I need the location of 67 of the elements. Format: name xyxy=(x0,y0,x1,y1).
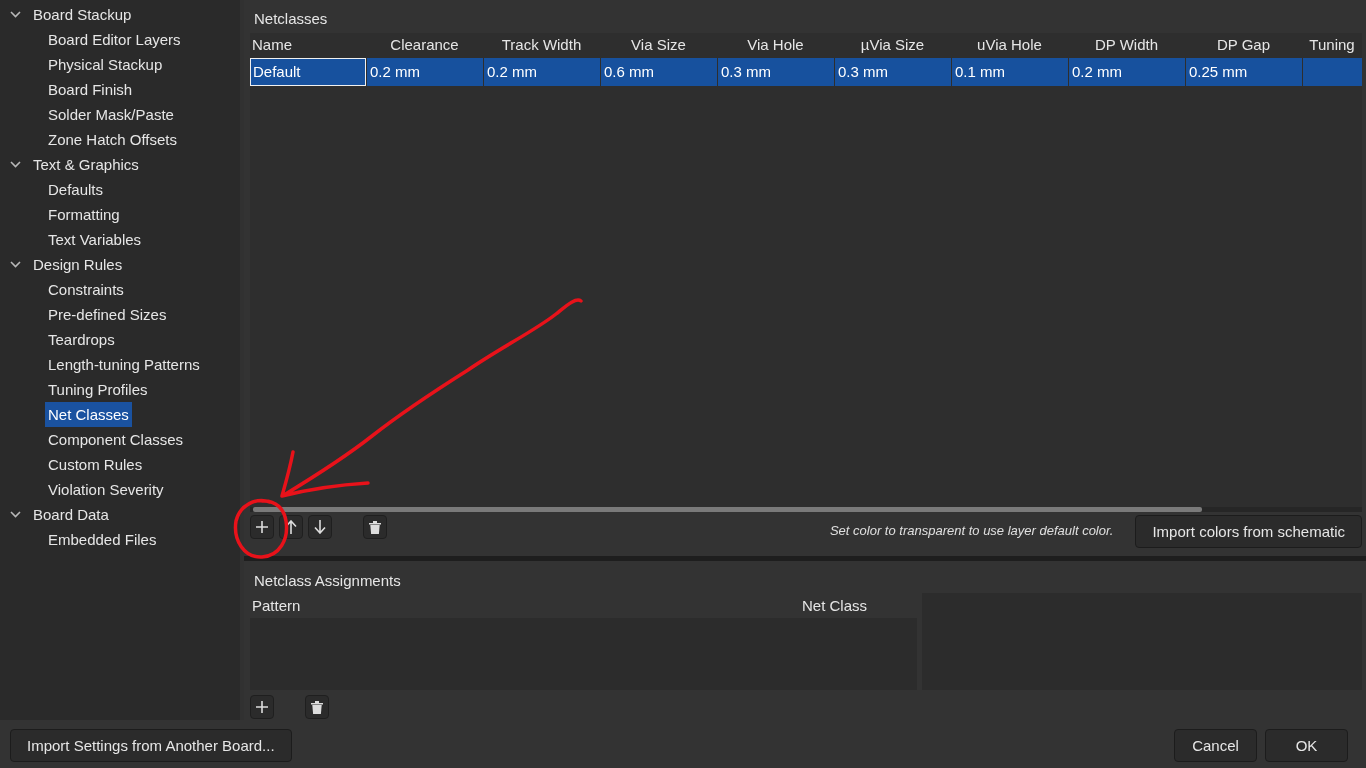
sidebar-item[interactable]: Violation Severity xyxy=(45,477,167,502)
table-cell: 0.2 mm xyxy=(366,58,483,86)
sidebar-item[interactable]: Net Classes xyxy=(45,402,132,427)
import-colors-button[interactable]: Import colors from schematic xyxy=(1135,515,1362,548)
column-header: Name xyxy=(251,35,293,55)
move-down-button[interactable] xyxy=(308,515,332,539)
dialog-button[interactable]: OK xyxy=(1265,729,1348,762)
plus-icon xyxy=(256,701,268,713)
delete-button[interactable] xyxy=(363,515,387,539)
down-arrow-icon xyxy=(314,520,326,534)
section-title: Netclass Assignments xyxy=(253,571,402,591)
chevron-icon[interactable] xyxy=(10,511,21,518)
sidebar-item[interactable]: Solder Mask/Paste xyxy=(45,102,177,127)
sidebar-group[interactable]: Board Data xyxy=(30,502,112,527)
up-arrow-icon xyxy=(285,520,297,534)
add-button[interactable] xyxy=(250,695,274,719)
dialog-button[interactable]: Cancel xyxy=(1174,729,1257,762)
import-settings-button[interactable]: Import Settings from Another Board... xyxy=(10,729,292,762)
scrollbar-thumb[interactable] xyxy=(253,507,1202,512)
column-header: Net Class xyxy=(801,596,869,616)
hint-text: Set color to transparent to use layer default color. xyxy=(829,523,1114,539)
sidebar-item[interactable]: Zone Hatch Offsets xyxy=(45,127,180,152)
sidebar-group[interactable]: Text & Graphics xyxy=(30,152,142,177)
sidebar-item[interactable]: Board Editor Layers xyxy=(45,27,184,52)
table-cell: 0.2 mm xyxy=(1068,58,1185,86)
table-cell: Default xyxy=(250,58,366,86)
sidebar-item[interactable]: Formatting xyxy=(45,202,123,227)
sidebar-item[interactable]: Teardrops xyxy=(45,327,118,352)
delete-button[interactable] xyxy=(305,695,329,719)
plus-icon xyxy=(256,521,268,533)
column-header: Track Width xyxy=(500,35,583,55)
table-cell: 0.6 mm xyxy=(600,58,717,86)
sidebar-item[interactable]: Physical Stackup xyxy=(45,52,166,77)
section-title: Netclasses xyxy=(253,9,329,29)
sidebar-item[interactable]: Custom Rules xyxy=(45,452,146,477)
add-button[interactable] xyxy=(250,515,274,539)
table-row[interactable]: Default 0.2 mm 0.2 mm 0.6 mm 0.3 mm 0.3 mm 0.1 mm 0.2 mm 0.25 mm xyxy=(250,58,1362,86)
table-cell: 0.1 mm xyxy=(951,58,1068,86)
table-cell: 0.2 mm xyxy=(483,58,600,86)
sidebar-item[interactable]: Length-tuning Patterns xyxy=(45,352,203,377)
column-header: Tuning xyxy=(1308,35,1356,55)
chevron-icon[interactable] xyxy=(10,11,21,18)
sidebar-group[interactable]: Board Stackup xyxy=(30,2,135,27)
table-cell: 0.25 mm xyxy=(1185,58,1302,86)
sidebar-item[interactable]: Constraints xyxy=(45,277,127,302)
trash-icon xyxy=(311,700,323,714)
chevron-icon[interactable] xyxy=(10,161,21,168)
sidebar-item[interactable]: Tuning Profiles xyxy=(45,377,151,402)
column-header: Via Size xyxy=(630,35,687,55)
column-header: uVia Hole xyxy=(976,35,1043,55)
sidebar-item[interactable]: Defaults xyxy=(45,177,107,202)
table-cell: 0.3 mm xyxy=(834,58,951,86)
sidebar-group[interactable]: Design Rules xyxy=(30,252,126,277)
trash-icon xyxy=(369,520,381,534)
column-header: DP Gap xyxy=(1215,35,1272,55)
sidebar-item[interactable]: Pre-defined Sizes xyxy=(45,302,170,327)
sidebar-item[interactable]: Text Variables xyxy=(45,227,145,252)
column-header: Clearance xyxy=(389,35,460,55)
sidebar-item[interactable]: Embedded Files xyxy=(45,527,160,552)
column-header: Pattern xyxy=(251,596,302,616)
sidebar-item[interactable]: Board Finish xyxy=(45,77,136,102)
sidebar-item[interactable]: Component Classes xyxy=(45,427,187,452)
column-header: µVia Size xyxy=(859,35,926,55)
chevron-icon[interactable] xyxy=(10,261,21,268)
column-header: Via Hole xyxy=(746,35,805,55)
column-header: DP Width xyxy=(1093,35,1160,55)
table-cell: 0.3 mm xyxy=(717,58,834,86)
